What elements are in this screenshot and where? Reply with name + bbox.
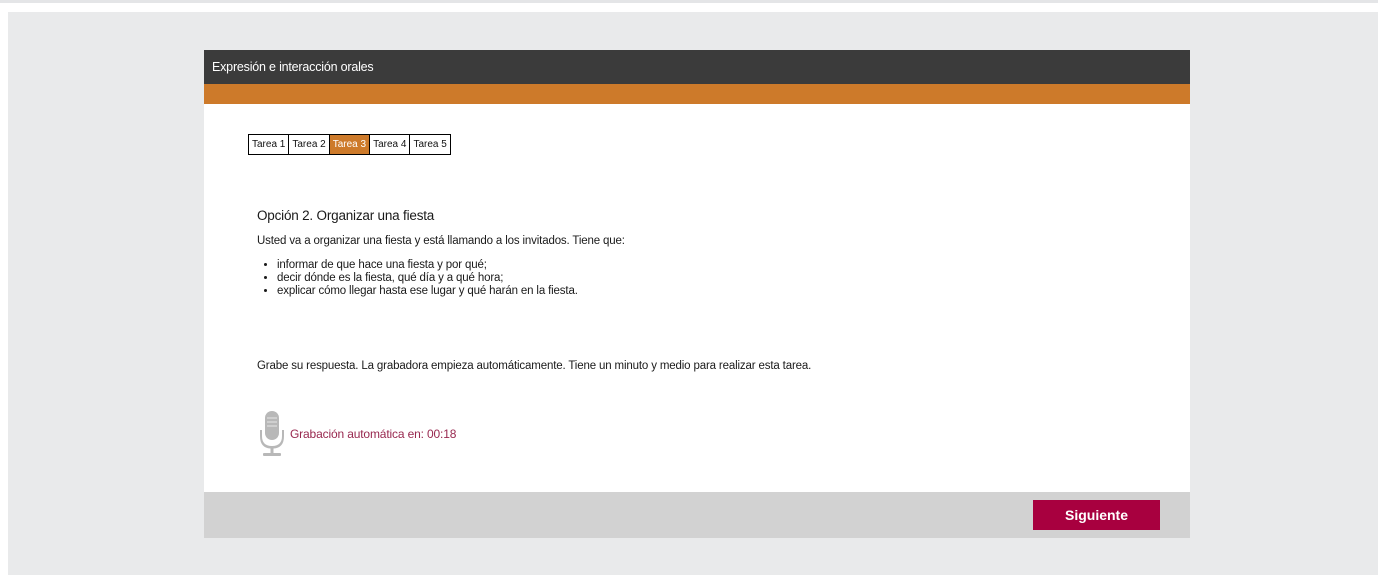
tab-tarea-1[interactable]: Tarea 1 (249, 135, 290, 154)
top-strip (0, 0, 1378, 3)
list-item: explicar cómo llegar hasta ese lugar y q… (277, 285, 1157, 298)
section-title: Expresión e interacción orales (212, 60, 374, 74)
task-tabs: Tarea 1 Tarea 2 Tarea 3 Tarea 4 Tarea 5 (248, 134, 451, 155)
exam-panel: Expresión e interacción orales Tarea 1 T… (204, 50, 1190, 538)
microphone-icon (260, 411, 284, 456)
next-button[interactable]: Siguiente (1033, 500, 1160, 530)
panel-footer: Siguiente (204, 492, 1190, 538)
task-intro: Usted va a organizar una fiesta y está l… (257, 235, 625, 247)
tab-tarea-4[interactable]: Tarea 4 (370, 135, 411, 154)
accent-bar (204, 84, 1190, 104)
countdown-label: Grabación automática en: 00:18 (290, 427, 457, 441)
task-title: Opción 2. Organizar una fiesta (257, 208, 435, 223)
task-bullet-list: informar de que hace una fiesta y por qu… (257, 259, 1157, 298)
recording-instruction: Grabe su respuesta. La grabadora empieza… (257, 360, 812, 372)
tab-tarea-5[interactable]: Tarea 5 (410, 135, 449, 154)
tab-tarea-2[interactable]: Tarea 2 (289, 135, 330, 154)
list-item: informar de que hace una fiesta y por qu… (277, 259, 1157, 272)
list-item: decir dónde es la fiesta, qué día y a qu… (277, 272, 1157, 285)
panel-header: Expresión e interacción orales (204, 50, 1190, 84)
task-content: Opción 2. Organizar una fiesta Usted va … (257, 208, 1157, 298)
tab-tarea-3[interactable]: Tarea 3 (329, 135, 371, 154)
recorder-status: Grabación automática en: 00:18 (257, 410, 456, 458)
